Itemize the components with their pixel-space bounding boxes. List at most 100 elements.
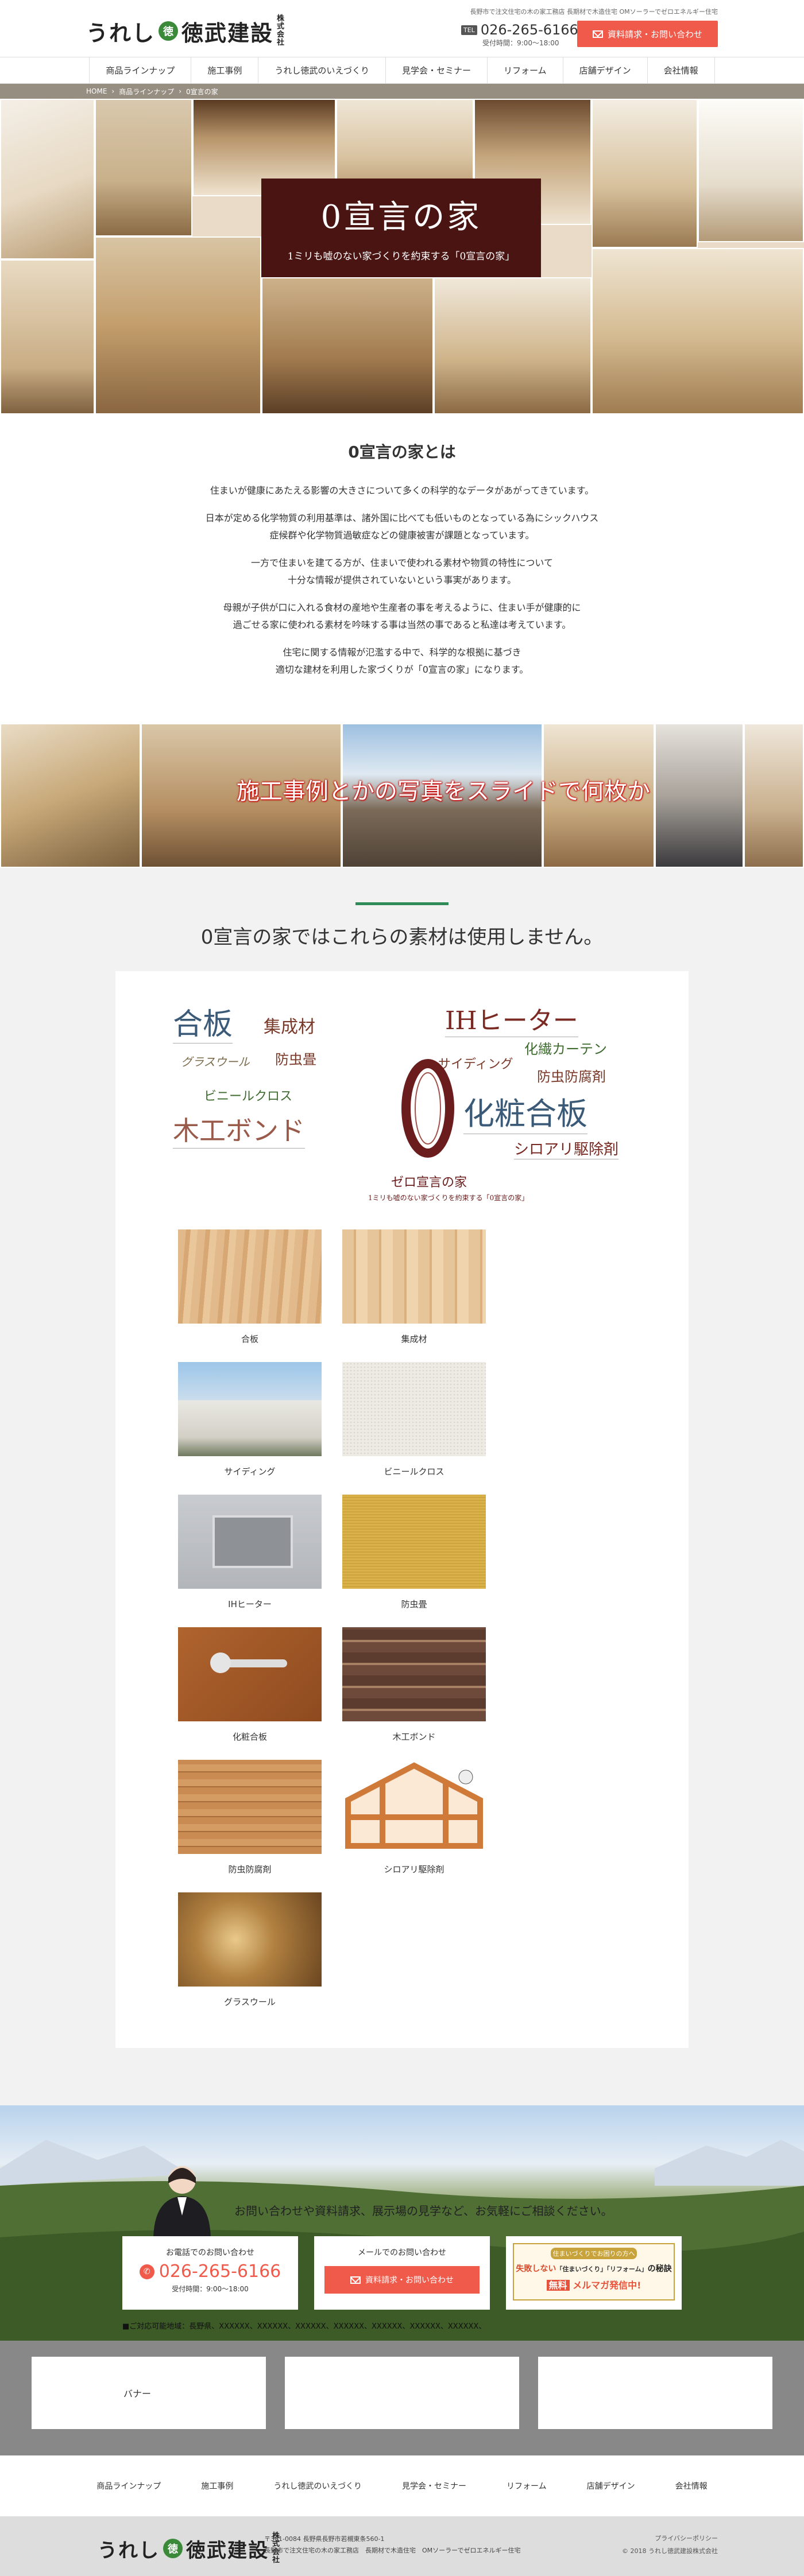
material-image-wood-glue (342, 1627, 486, 1721)
material-item: 集成材 (342, 1229, 486, 1345)
footer-right: プライバシーポリシー © 2018 うれし徳武建設株式会社 (622, 2532, 718, 2558)
contact-section: お問い合わせや資料請求、展示場の見学など、お気軽にご相談ください。 お電話でのお… (0, 2105, 804, 2341)
material-label: 化粧合板 (232, 1732, 267, 1742)
hero-photo-hammock (95, 99, 192, 236)
newsletter-line3: 無料 メルマガ発信中! (514, 2278, 674, 2291)
material-image-decorative-plywood (178, 1627, 322, 1721)
contact-mail-button[interactable]: 資料請求・お問い合わせ (324, 2266, 480, 2294)
site-header: うれし 徳 徳武建設 株式会社 長野市で注文住宅の木の家工務店 長期材で木造住宅… (0, 0, 804, 57)
nav-item-lineup[interactable]: 商品ラインナップ (89, 57, 191, 83)
concept-line: 母親が子供が口に入れる食材の産地や生産者の事を考えるように、住まい手が健康的に (223, 602, 581, 613)
contact-phone-number[interactable]: 026-265-6166 (159, 2261, 281, 2282)
concept-heading: 0宣言の家とは (348, 443, 456, 461)
header-contact-label: 資料請求・お問い合わせ (607, 29, 702, 40)
cloud-word: IHヒーター (445, 1000, 578, 1037)
footer-nav-shop-design[interactable]: 店舗デザイン (587, 2480, 635, 2492)
material-item: シロアリ駆除剤 (342, 1760, 486, 1875)
header-hours: 受付時間：9:00～18:00 (482, 39, 559, 47)
cloud-word: ビニールクロス (204, 1089, 293, 1104)
newsletter-line2a: 失敗しない (516, 2264, 556, 2274)
footer-logo[interactable]: うれし 徳 徳武建設 株式会社 (98, 2532, 281, 2565)
breadcrumb-home[interactable]: HOME (86, 87, 107, 95)
material-label: 合板 (241, 1334, 258, 1344)
footer-nav-housebuilding[interactable]: うれし徳武のいえづくり (273, 2480, 362, 2492)
footer-nav-works[interactable]: 施工事例 (201, 2480, 233, 2492)
leaf-logo-icon: 徳 (159, 21, 179, 41)
concept-paragraph: 一方で住まいを建てる方が、住まいで使われる素材や物質の特性について 十分な情報が提… (0, 554, 804, 589)
concept-line: 十分な情報が提供されていないという事実があります。 (288, 575, 516, 585)
materials-grid: 合板 集成材 サイディング ビニールクロス IHヒーター 防虫畳 化粧合板 木工… (178, 1229, 626, 2025)
material-image-laminated-wood (342, 1229, 486, 1324)
concept-paragraph: 日本が定める化学物質の利用基準は、諸外国に比べても低いものとなっている為にシック… (0, 510, 804, 544)
nav-item-shop-design[interactable]: 店舗デザイン (562, 57, 647, 83)
section-accent-line (355, 902, 449, 905)
photo-slider[interactable]: 施工事例とかの写真をスライドで何枚か (0, 723, 804, 868)
nav-item-reform[interactable]: リフォーム (487, 57, 563, 83)
hero-title-box: 0宣言の家 1ミリも嘘のない家づくりを約束する「0宣言の家」 (261, 179, 541, 277)
slider-placeholder-caption: 施工事例とかの写真をスライドで何枚か (237, 778, 650, 805)
footer-nav: 商品ラインナップ 施工事例 うれし徳武のいえづくり 見学会・セミナー リフォーム… (0, 2455, 804, 2516)
material-label: ビニールクロス (384, 1467, 444, 1477)
contact-phone[interactable]: ✆ 026-265-6166 (122, 2261, 298, 2282)
footer-nav-lineup[interactable]: 商品ラインナップ (96, 2480, 161, 2492)
hero-photo-couple-sofa (261, 277, 434, 414)
logo-text-main: うれし (86, 20, 156, 46)
hero-section: HOME › 商品ラインナップ › 0宣言の家 0宣言の家 1ミリも嘘のない家づ… (0, 84, 804, 414)
cloud-word: 化繊カーテン (524, 1041, 607, 1057)
material-label: 集成材 (401, 1334, 427, 1344)
newsletter-box[interactable]: 住まいづくりでお困りの方へ 失敗しない「住まいづくり」「リフォーム」の秘訣 無料… (506, 2236, 682, 2310)
materials-word-cloud: 合板 集成材 グラスウール 防虫畳 ビニールクロス 木工ボンド IHヒーター サ… (173, 1000, 631, 1206)
material-label: 木工ボンド (392, 1732, 436, 1742)
nav-item-works[interactable]: 施工事例 (191, 57, 258, 83)
newsletter-banner[interactable]: 住まいづくりでお困りの方へ 失敗しない「住まいづくり」「リフォーム」の秘訣 無料… (513, 2243, 675, 2300)
site-logo[interactable]: うれし 徳 徳武建設 株式会社 (86, 15, 286, 47)
material-image-termite (342, 1760, 486, 1854)
slide-photo-man (655, 723, 744, 868)
header-phone-number[interactable]: 026-265-6166 (481, 22, 578, 38)
logo-text-mid: 徳武建設 (181, 20, 274, 46)
material-label: 防虫畳 (401, 1599, 427, 1609)
footer-nav-events[interactable]: 見学会・セミナー (402, 2480, 466, 2492)
header-tagline: 長野市で注文住宅の木の家工務店 長期材で木造住宅 OMソーラーでゼロエネルギー住… (470, 8, 718, 15)
breadcrumb-lineup[interactable]: 商品ラインナップ (119, 87, 174, 96)
concept-line: 適切な建材を利用した家づくりが「0宣言の家」になります。 (275, 664, 529, 675)
site-footer: うれし 徳 徳武建設 株式会社 〒381-0084 長野県長野市若槻東条560-… (0, 2516, 804, 2576)
cloud-word: 防虫畳 (275, 1052, 316, 1068)
zero-ring-icon (401, 1059, 454, 1158)
hero-photo-kitchen (0, 99, 95, 259)
hero-subtitle: 1ミリも嘘のない家づくりを約束する「0宣言の家」 (287, 251, 515, 262)
hero-photo-bedroom (0, 259, 95, 414)
concept-section: 0宣言の家とは 住まいが健康にあたえる影響の大きさについて多くの科学的なデータが… (0, 414, 804, 723)
concept-paragraph: 住宅に関する情報が氾濫する中で、科学的な根拠に基づき 適切な建材を利用した家づくり… (0, 644, 804, 678)
banner-1[interactable]: バナー (32, 2357, 266, 2429)
nav-item-housebuilding[interactable]: うれし徳武のいえづくり (258, 57, 385, 83)
footer-nav-company[interactable]: 会社情報 (675, 2480, 708, 2492)
banner-3[interactable] (538, 2357, 772, 2429)
footer-nav-reform[interactable]: リフォーム (507, 2480, 547, 2492)
free-badge: 無料 (546, 2280, 570, 2291)
cloud-word: グラスウール (181, 1055, 250, 1069)
hero-photo-dining (592, 248, 804, 414)
material-image-preservative (178, 1760, 322, 1854)
privacy-link[interactable]: プライバシーポリシー (655, 2535, 718, 2542)
leaf-logo-icon: 徳 (163, 2539, 183, 2558)
mail-icon (592, 30, 603, 38)
newsletter-line2c: の秘訣 (647, 2264, 672, 2274)
newsletter-line2b: 「住まいづくり」「リフォーム」 (556, 2265, 648, 2273)
termite-illustration (345, 1762, 483, 1849)
banner-2[interactable] (285, 2357, 519, 2429)
ih-plate (212, 1515, 293, 1568)
contact-hours: 受付時間：9:00～18:00 (172, 2285, 249, 2293)
newsletter-line1: 住まいづくりでお困りの方へ (551, 2248, 637, 2259)
header-contact-button[interactable]: 資料請求・お問い合わせ (577, 21, 718, 47)
nav-item-events[interactable]: 見学会・セミナー (385, 57, 487, 83)
footer-address-line: 長野市で注文住宅の木の家工務店 長期材で木造住宅 OMソーラーでゼロエネルギー住… (264, 2547, 521, 2554)
material-item: 防虫畳 (342, 1495, 486, 1610)
materials-card: 合板 集成材 グラスウール 防虫畳 ビニールクロス 木工ボンド IHヒーター サ… (115, 971, 689, 2048)
breadcrumb: HOME › 商品ラインナップ › 0宣言の家 (0, 84, 804, 99)
nav-item-company[interactable]: 会社情報 (647, 57, 715, 83)
slide-photo-edge (744, 723, 804, 868)
header-phone[interactable]: TEL 026-265-6166 (461, 22, 578, 38)
newsletter-text: メルマガ発信中! (573, 2280, 641, 2291)
material-item: ビニールクロス (342, 1362, 486, 1477)
